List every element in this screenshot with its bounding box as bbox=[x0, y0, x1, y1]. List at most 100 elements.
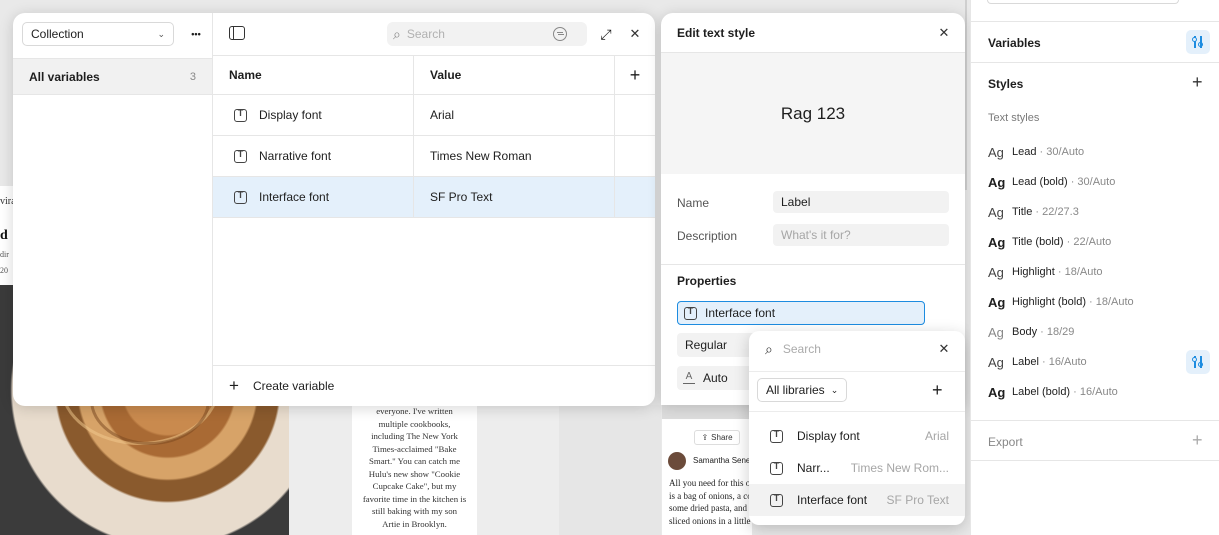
picker-item[interactable]: Interface font SF Pro Text bbox=[749, 484, 965, 516]
article-line: including The New York bbox=[371, 431, 458, 441]
expand-button[interactable]: ⤢ bbox=[597, 25, 615, 43]
plus-icon: + bbox=[229, 376, 239, 395]
text-style-meta: · 16/Auto bbox=[1070, 386, 1118, 398]
text-variable-icon bbox=[234, 108, 247, 122]
article-line: favorite time in the kitchen is bbox=[362, 493, 467, 504]
sliders-icon bbox=[1191, 356, 1205, 368]
text-style-name: Lead bbox=[1012, 146, 1037, 158]
text-style-icon: Ag bbox=[988, 144, 1004, 160]
article-line: Times-acclaimed "Bake bbox=[372, 443, 457, 454]
add-export-button[interactable]: + bbox=[1192, 430, 1203, 451]
styles-section-title: Styles bbox=[988, 77, 1024, 91]
add-column-button[interactable]: + bbox=[615, 56, 655, 94]
snippet-text: 20 bbox=[0, 266, 8, 275]
text-styles-heading: Text styles bbox=[988, 112, 1040, 124]
text-style-item[interactable]: Ag Title · 22/27.3 bbox=[988, 202, 1079, 222]
add-style-button[interactable]: + bbox=[1192, 72, 1203, 93]
text-variable-icon bbox=[234, 190, 247, 204]
font-family-field[interactable]: Interface font bbox=[677, 301, 925, 325]
font-family-value: Interface font bbox=[705, 306, 776, 320]
text-style-icon: Ag bbox=[988, 204, 1004, 220]
table-row[interactable]: Narrative font Times New Roman bbox=[213, 136, 655, 177]
variable-value: Times New Roman bbox=[430, 149, 532, 163]
canvas-gap bbox=[559, 405, 661, 535]
close-icon: ✕ bbox=[938, 341, 950, 356]
body-line: All you need for this o bbox=[669, 478, 751, 488]
text-style-meta: · 18/Auto bbox=[1085, 296, 1134, 308]
filter-icon[interactable] bbox=[552, 27, 567, 41]
search-input[interactable] bbox=[406, 27, 547, 41]
close-edit-style-button[interactable]: ✕ bbox=[935, 24, 953, 42]
article-line: still baking with my son bbox=[371, 506, 458, 516]
variable-value-cell[interactable]: Times New Roman bbox=[414, 136, 615, 176]
snippet-heading: d bbox=[0, 228, 8, 243]
canvas-frame-mobile: ⇪ Share Samantha Senev All you need for … bbox=[662, 405, 752, 535]
picker-item[interactable]: Narr... Times New Rom... bbox=[749, 452, 965, 484]
text-style-item[interactable]: Ag Title (bold) · 22/Auto bbox=[988, 232, 1111, 252]
style-description-field[interactable] bbox=[773, 224, 949, 246]
apply-variable-button[interactable] bbox=[1186, 350, 1210, 374]
create-variable-button[interactable]: + Create variable bbox=[213, 365, 655, 406]
text-style-item[interactable]: Ag Label (bold) · 16/Auto bbox=[988, 382, 1118, 402]
collection-select-label: Collection bbox=[31, 27, 84, 41]
open-variables-button[interactable] bbox=[1186, 30, 1210, 54]
canvas-scrollbar[interactable] bbox=[965, 0, 967, 190]
close-picker-button[interactable]: ✕ bbox=[935, 340, 953, 358]
preview-text: Rag 123 bbox=[780, 103, 846, 123]
text-style-item[interactable]: Ag Lead (bold) · 30/Auto bbox=[988, 172, 1115, 192]
close-variables-button[interactable]: ✕ bbox=[626, 25, 644, 43]
table-row[interactable]: Interface font SF Pro Text bbox=[213, 177, 655, 218]
text-style-meta: · 30/Auto bbox=[1036, 146, 1085, 158]
picker-item-name: Display font bbox=[797, 429, 860, 443]
search-icon: ⌕ bbox=[393, 25, 401, 42]
property-field-stub[interactable] bbox=[987, 0, 1179, 4]
collection-select[interactable]: Collection ⌄ bbox=[22, 22, 174, 46]
variable-name-cell[interactable]: Narrative font bbox=[213, 136, 414, 176]
line-height-value: Auto bbox=[703, 371, 728, 385]
text-style-item[interactable]: Ag Lead · 30/Auto bbox=[988, 142, 1084, 162]
text-style-preview: Rag 123 bbox=[661, 53, 965, 174]
snippet-text: dir bbox=[0, 250, 9, 259]
divider bbox=[971, 460, 1219, 461]
share-button: ⇪ Share bbox=[694, 430, 740, 445]
variable-name-cell[interactable]: Interface font bbox=[213, 177, 414, 217]
sidebar-toggle-icon[interactable] bbox=[229, 26, 245, 40]
variable-value-cell[interactable]: SF Pro Text bbox=[414, 177, 615, 217]
picker-search-input[interactable] bbox=[782, 342, 923, 356]
sidebar-item-all-variables[interactable]: All variables 3 bbox=[13, 58, 212, 95]
text-style-item[interactable]: Ag Label · 16/Auto bbox=[988, 352, 1087, 372]
table-row[interactable]: Display font Arial bbox=[213, 95, 655, 136]
variable-name-cell[interactable]: Display font bbox=[213, 95, 414, 135]
picker-search[interactable]: ⌕ bbox=[749, 331, 965, 367]
design-panel: Variables Styles + Text styles Ag Lead ·… bbox=[970, 0, 1219, 535]
sidebar-item-count: 3 bbox=[189, 70, 196, 83]
style-name-field[interactable] bbox=[773, 191, 949, 213]
library-filter-label: All libraries bbox=[766, 383, 825, 397]
divider bbox=[971, 420, 1219, 421]
avatar bbox=[668, 452, 686, 470]
expand-icon: ⤢ bbox=[600, 25, 612, 42]
divider bbox=[749, 411, 965, 412]
chevron-down-icon: ⌄ bbox=[830, 384, 839, 395]
variable-value: SF Pro Text bbox=[430, 190, 493, 204]
text-style-name: Title (bold) bbox=[1012, 236, 1064, 248]
snippet-text: vira bbox=[0, 196, 14, 207]
article-line: Hulu's new show "Cookie bbox=[368, 468, 461, 479]
text-style-item[interactable]: Ag Highlight · 18/Auto bbox=[988, 262, 1103, 282]
article-line: multiple cookbooks, bbox=[378, 418, 451, 429]
text-style-item[interactable]: Ag Highlight (bold) · 18/Auto bbox=[988, 292, 1134, 312]
chevron-down-icon: ⌄ bbox=[157, 28, 165, 39]
add-library-button[interactable]: + bbox=[932, 380, 943, 401]
variable-value: Arial bbox=[430, 108, 455, 122]
library-filter-select[interactable]: All libraries ⌄ bbox=[757, 378, 848, 402]
picker-item[interactable]: Display font Arial bbox=[749, 420, 965, 452]
text-variable-icon bbox=[770, 493, 783, 507]
text-style-item[interactable]: Ag Body · 18/29 bbox=[988, 322, 1074, 342]
text-style-meta: · 18/Auto bbox=[1054, 266, 1103, 278]
more-options-button[interactable]: ••• bbox=[185, 24, 207, 44]
column-header-name: Name bbox=[213, 56, 414, 94]
text-style-meta: · 16/Auto bbox=[1038, 356, 1087, 368]
variable-value-cell[interactable]: Arial bbox=[414, 95, 615, 135]
variables-search[interactable]: ⌕ bbox=[387, 22, 587, 46]
canvas-frame-snippet: vira d dir 20 bbox=[0, 186, 14, 286]
